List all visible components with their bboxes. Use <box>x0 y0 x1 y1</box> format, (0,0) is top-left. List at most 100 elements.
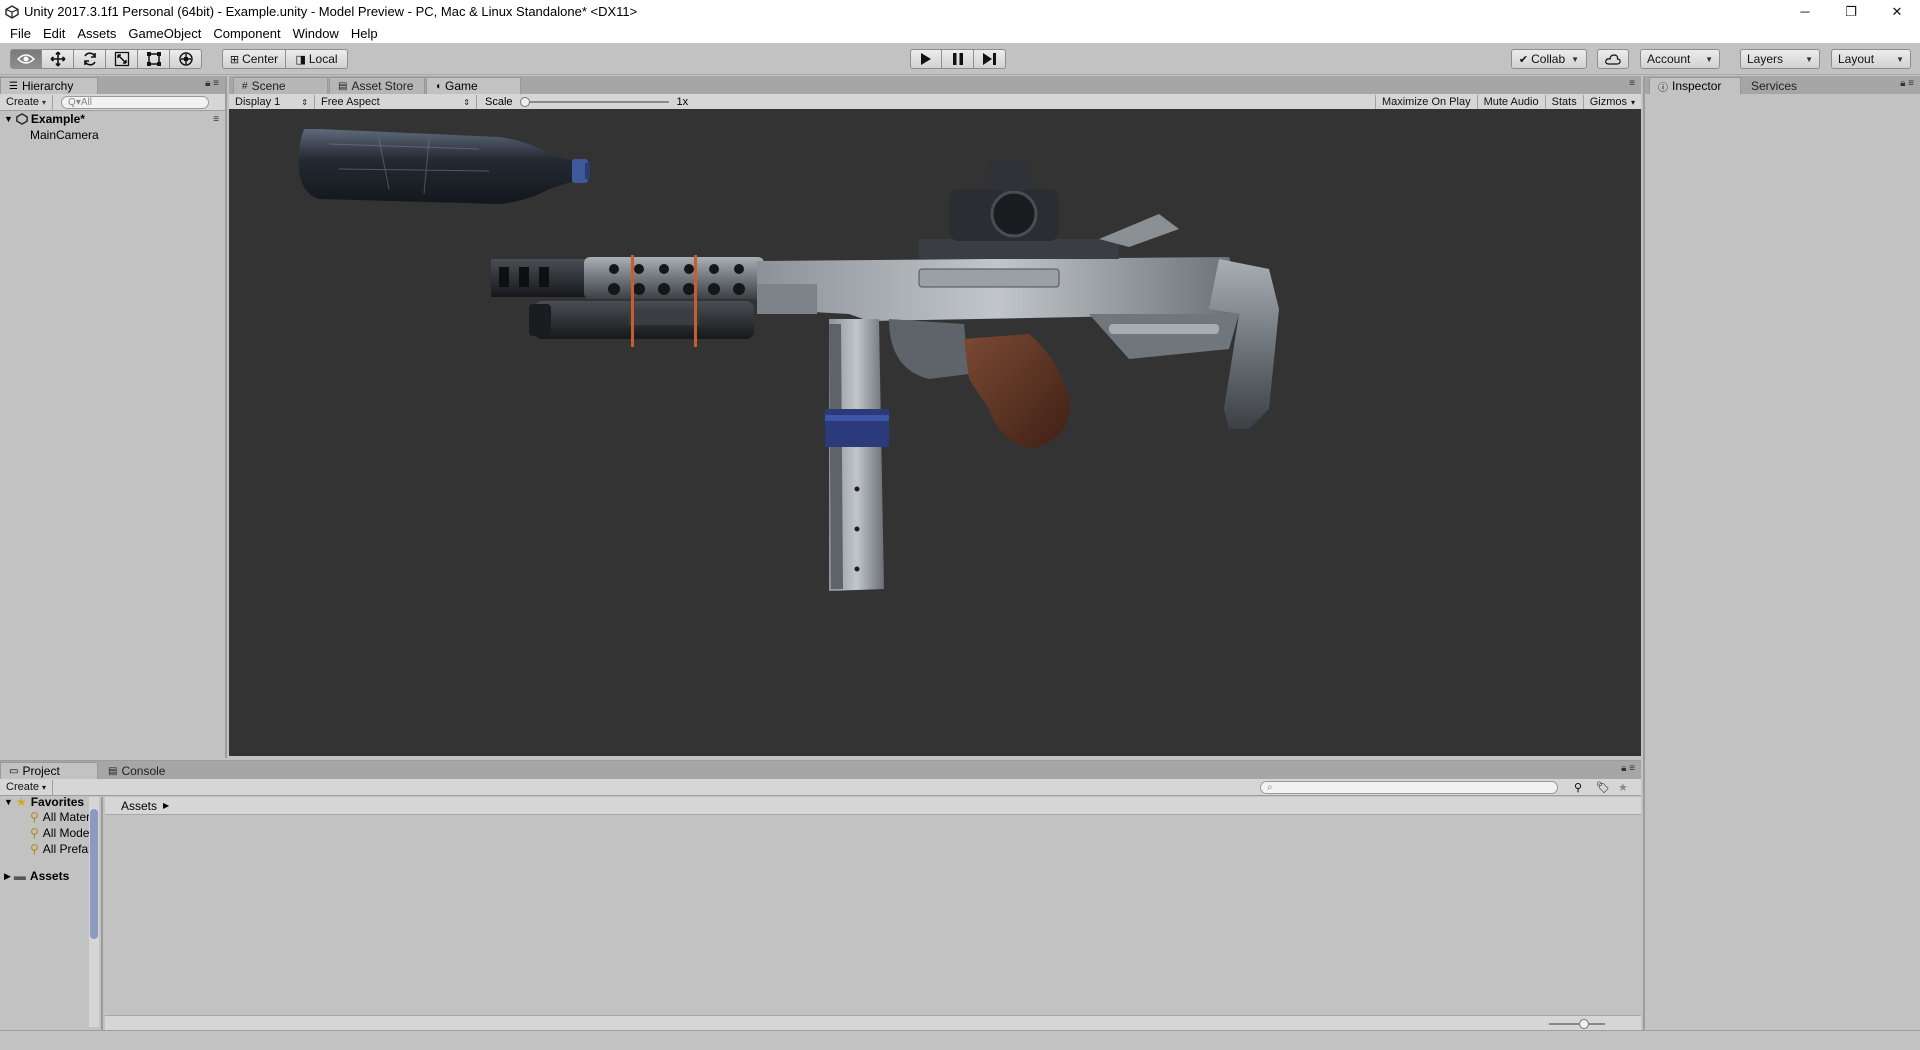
menu-component[interactable]: Component <box>207 26 286 41</box>
scale-tool-button[interactable] <box>106 49 138 69</box>
scene-row[interactable]: ▼ Example* <box>4 112 85 126</box>
tab-asset-store[interactable]: ▤ Asset Store <box>329 77 425 94</box>
filter-type-icon[interactable]: ⚲ <box>1574 781 1582 794</box>
minimize-button[interactable]: ─ <box>1782 0 1828 23</box>
tab-inspector-label: Inspector <box>1672 79 1722 93</box>
scrollbar-thumb[interactable] <box>90 809 98 939</box>
hierarchy-create-dropdown[interactable]: Create ▾ <box>0 94 54 110</box>
project-tree-scrollbar[interactable] <box>89 797 99 1027</box>
mute-audio-toggle[interactable]: Mute Audio <box>1478 94 1546 110</box>
tab-inspector[interactable]: ⓘ Inspector <box>1649 77 1741 94</box>
favorite-item[interactable]: ⚲ All Prefab <box>30 842 95 856</box>
scale-slider[interactable] <box>519 97 669 107</box>
aspect-dropdown[interactable]: Free Aspect ⇕ <box>315 94 477 110</box>
chevron-down-icon: ▼ <box>1896 54 1904 64</box>
collab-button[interactable]: ✔ Collab ▼ <box>1511 49 1587 69</box>
pause-button[interactable] <box>942 49 974 69</box>
expand-arrow-icon: ▼ <box>4 797 13 807</box>
hierarchy-item-maincamera[interactable]: MainCamera <box>30 128 99 142</box>
folder-icon: ▬ <box>13 869 26 883</box>
layout-dropdown[interactable]: Layout ▼ <box>1831 49 1911 69</box>
menu-gameobject[interactable]: GameObject <box>122 26 207 41</box>
view-tool-button[interactable] <box>10 49 42 69</box>
gizmos-dropdown[interactable]: Gizmos ▾ <box>1584 95 1641 110</box>
store-icon: ▤ <box>338 80 348 92</box>
scale-slider-track <box>520 101 669 103</box>
close-button[interactable]: ✕ <box>1874 0 1920 23</box>
folder-icon: ▭ <box>9 765 19 777</box>
step-button[interactable] <box>974 49 1006 69</box>
scene-menu-icon[interactable]: ≡ <box>213 114 219 125</box>
tab-services[interactable]: Services <box>1742 77 1822 94</box>
menu-window[interactable]: Window <box>287 26 345 41</box>
center-panel-menu-icon[interactable]: ≡ <box>1629 78 1635 89</box>
tab-console[interactable]: ▤ Console <box>99 762 189 779</box>
account-dropdown[interactable]: Account ▼ <box>1640 49 1720 69</box>
project-tabstrip: ▭ Project ▤ Console <box>0 761 1641 779</box>
pivot-local-button[interactable]: ◨ Local <box>286 49 348 69</box>
play-icon <box>921 53 931 65</box>
inspector-tabstrip: ⓘ Inspector Services <box>1645 76 1920 94</box>
menu-assets[interactable]: Assets <box>71 26 122 41</box>
display-label: Display 1 <box>235 96 281 108</box>
panel-menu-icon[interactable]: 🔒︎ ≡ <box>205 78 219 89</box>
menu-help[interactable]: Help <box>345 26 384 41</box>
icon-size-slider-thumb[interactable] <box>1579 1019 1589 1029</box>
scale-control: Scale 1x <box>477 96 688 108</box>
star-icon[interactable]: ★ <box>1618 781 1628 794</box>
menu-file[interactable]: File <box>4 26 37 41</box>
hierarchy-search-input[interactable]: Q▾All <box>61 95 210 109</box>
favorite-item[interactable]: ⚲ All Materi <box>30 810 93 824</box>
chevron-down-icon: ▾ <box>1630 97 1635 107</box>
rect-tool-button[interactable] <box>138 49 170 69</box>
favorite-label: All Model <box>42 826 93 840</box>
project-search-input[interactable]: ⌕ <box>1260 780 1558 794</box>
aspect-label: Free Aspect <box>321 96 380 108</box>
project-menu-icon[interactable]: 🔒︎ ≡ <box>1621 763 1635 774</box>
menu-bar: File Edit Assets GameObject Component Wi… <box>0 23 1920 43</box>
scale-slider-thumb[interactable] <box>519 97 530 107</box>
cloud-button[interactable] <box>1597 49 1629 69</box>
icon-size-slider[interactable] <box>1549 1023 1605 1025</box>
pivot-center-button[interactable]: ⊞ Center <box>222 49 286 69</box>
collab-group: ✔ Collab ▼ <box>1511 49 1587 69</box>
play-controls <box>910 49 1006 69</box>
move-tool-button[interactable] <box>42 49 74 69</box>
layout-label: Layout <box>1838 52 1875 66</box>
assets-folder-label: Assets <box>29 869 70 883</box>
info-icon: ⓘ <box>1658 82 1668 94</box>
tab-hierarchy[interactable]: ☰ Hierarchy <box>0 77 98 94</box>
stats-toggle[interactable]: Stats <box>1546 94 1584 110</box>
favorites-row[interactable]: ▼ ★ Favorites <box>4 797 84 809</box>
play-button[interactable] <box>910 49 942 69</box>
tag-icon[interactable]: 🏷︎ <box>1596 781 1610 794</box>
layers-dropdown[interactable]: Layers ▼ <box>1740 49 1820 69</box>
assets-folder-row[interactable]: ▶ ▬ Assets <box>4 869 69 883</box>
list-icon: ☰ <box>9 80 18 92</box>
project-tree: ▼ ★ Favorites ⚲ All Materi ⚲ All Model ⚲… <box>0 797 103 1031</box>
project-create-dropdown[interactable]: Create ▾ <box>0 779 54 795</box>
transform-tool-button[interactable] <box>170 49 202 69</box>
gizmos-label: Gizmos <box>1589 96 1627 108</box>
display-dropdown[interactable]: Display 1 ⇕ <box>229 94 315 110</box>
rotate-tool-button[interactable] <box>74 49 106 69</box>
layout-group: Layout ▼ <box>1831 49 1911 69</box>
tab-project[interactable]: ▭ Project <box>0 762 98 779</box>
rotate-icon <box>83 52 96 66</box>
lock-icon[interactable]: 🔒︎ ≡ <box>1900 78 1914 89</box>
status-bar <box>0 1030 1920 1050</box>
breadcrumb-assets[interactable]: Assets <box>121 799 157 813</box>
restore-button[interactable]: ❐ <box>1828 0 1874 23</box>
move-arrows-icon <box>50 51 65 67</box>
pacman-icon: ◖ <box>435 80 442 92</box>
tab-game[interactable]: ◖ Game <box>426 77 521 94</box>
menu-edit[interactable]: Edit <box>37 26 71 41</box>
tab-services-label: Services <box>1751 79 1798 93</box>
rect-tool-icon <box>146 52 161 66</box>
tab-scene[interactable]: # Scene <box>233 77 328 94</box>
game-view-render[interactable] <box>229 109 1641 756</box>
maximize-on-play-toggle[interactable]: Maximize On Play <box>1374 94 1478 110</box>
expand-arrow-icon: ▶ <box>4 870 11 881</box>
favorite-item[interactable]: ⚲ All Model <box>30 826 92 840</box>
scene-name: Example* <box>30 112 85 126</box>
